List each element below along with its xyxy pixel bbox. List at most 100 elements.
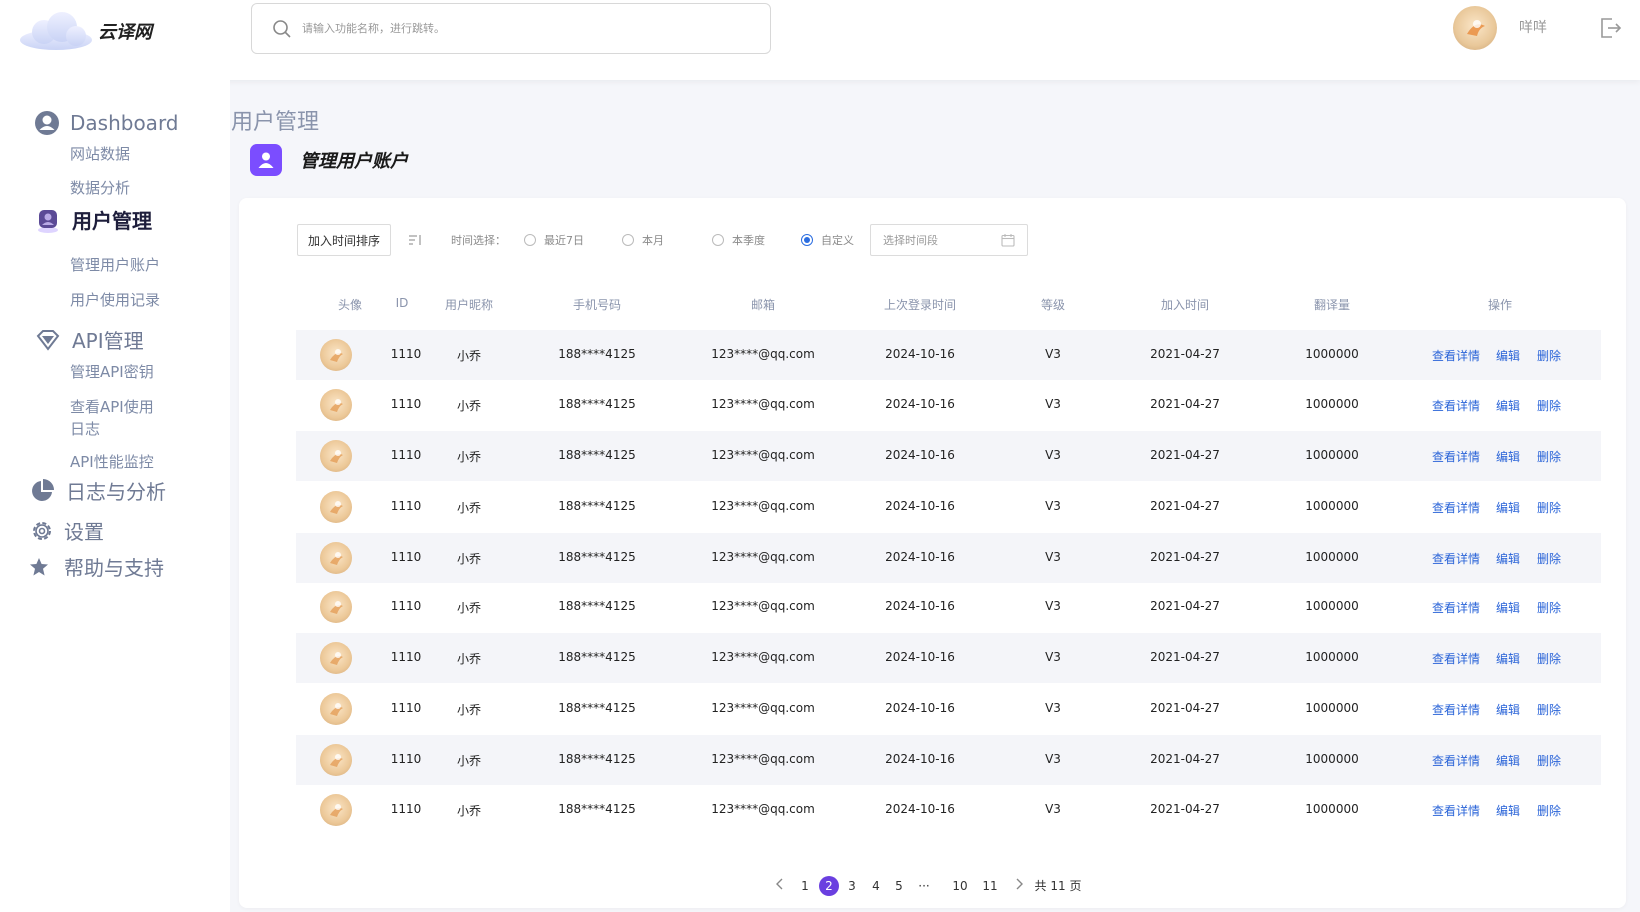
- sidebar-subitem-manage-accounts[interactable]: 管理用户账户: [70, 254, 160, 276]
- delete-link[interactable]: 删除: [1537, 599, 1561, 616]
- page-button-5[interactable]: 5: [895, 876, 903, 896]
- page-button-11[interactable]: 11: [982, 876, 997, 896]
- sidebar-item-settings[interactable]: 设置: [30, 516, 104, 545]
- cell-email: 123****@qq.com: [711, 347, 815, 361]
- sort-by-join-time-button[interactable]: 加入时间排序: [297, 224, 392, 256]
- user-avatar[interactable]: [320, 339, 352, 371]
- cell-nickname: 小乔: [456, 601, 482, 615]
- page-button-1[interactable]: 1: [801, 876, 809, 896]
- cell-nickname: 小乔: [456, 754, 482, 768]
- delete-link[interactable]: 删除: [1537, 802, 1561, 819]
- view-details-link[interactable]: 查看详情: [1432, 802, 1480, 819]
- user-avatar[interactable]: [320, 794, 352, 826]
- radio-this-month[interactable]: 本月: [622, 232, 664, 248]
- view-details-link[interactable]: 查看详情: [1432, 701, 1480, 718]
- page-button-2-current[interactable]: 2: [819, 876, 839, 896]
- radio-this-quarter[interactable]: 本季度: [712, 232, 765, 248]
- cell-id: 1110: [390, 448, 422, 462]
- cell-phone: 188****4125: [558, 802, 636, 816]
- sidebar-item-api-management[interactable]: API管理: [36, 325, 144, 354]
- view-details-link[interactable]: 查看详情: [1432, 752, 1480, 769]
- cell-join-time: 2021-04-27: [1150, 650, 1220, 664]
- sidebar-item-logs-analysis[interactable]: 日志与分析: [30, 476, 166, 505]
- user-avatar[interactable]: [320, 491, 352, 523]
- sidebar-subitem-data-analysis[interactable]: 数据分析: [70, 177, 130, 199]
- prev-page-icon[interactable]: [775, 876, 785, 896]
- cell-nickname: 小乔: [456, 652, 482, 666]
- brand-logo[interactable]: 云译网: [16, 6, 176, 56]
- view-details-link[interactable]: 查看详情: [1432, 550, 1480, 567]
- cell-last-login: 2024-10-16: [885, 802, 955, 816]
- table-row: 1110 小乔 188****4125 123****@qq.com 2024-10-1…: [296, 380, 1601, 430]
- delete-link[interactable]: 删除: [1537, 650, 1561, 667]
- delete-link[interactable]: 删除: [1537, 347, 1561, 364]
- view-details-link[interactable]: 查看详情: [1432, 650, 1480, 667]
- pie-chart-icon: [32, 478, 54, 501]
- date-range-picker[interactable]: 选择时间段: [870, 224, 1029, 256]
- cell-join-time: 2021-04-27: [1150, 499, 1220, 513]
- user-avatar[interactable]: [320, 642, 352, 674]
- page-button-3[interactable]: 3: [848, 876, 856, 896]
- edit-link[interactable]: 编辑: [1496, 448, 1520, 465]
- delete-link[interactable]: 删除: [1537, 752, 1561, 769]
- sidebar-subitem-site-data[interactable]: 网站数据: [70, 143, 130, 165]
- star-icon: [30, 557, 48, 575]
- cell-id: 1110: [390, 802, 422, 816]
- cell-nickname: 小乔: [456, 552, 482, 566]
- sidebar-subitem-api-monitor[interactable]: API性能监控: [70, 451, 154, 473]
- user-avatar[interactable]: [320, 744, 352, 776]
- page-button-4[interactable]: 4: [872, 876, 880, 896]
- view-details-link[interactable]: 查看详情: [1432, 599, 1480, 616]
- view-details-link[interactable]: 查看详情: [1432, 397, 1480, 414]
- delete-link[interactable]: 删除: [1537, 550, 1561, 567]
- page-ellipsis[interactable]: ···: [918, 876, 929, 896]
- delete-link[interactable]: 删除: [1537, 701, 1561, 718]
- edit-link[interactable]: 编辑: [1496, 752, 1520, 769]
- logout-icon[interactable]: [1597, 15, 1623, 41]
- view-details-link[interactable]: 查看详情: [1432, 499, 1480, 516]
- delete-link[interactable]: 删除: [1537, 397, 1561, 414]
- radio-custom[interactable]: 自定义: [801, 232, 854, 248]
- delete-link[interactable]: 删除: [1537, 499, 1561, 516]
- cell-id: 1110: [390, 347, 422, 361]
- table-row: 1110 小乔 188****4125 123****@qq.com 2024-10-1…: [296, 684, 1601, 734]
- delete-link[interactable]: 删除: [1537, 448, 1561, 465]
- view-details-link[interactable]: 查看详情: [1432, 448, 1480, 465]
- sidebar-item-dashboard[interactable]: Dashboard: [34, 110, 179, 136]
- edit-link[interactable]: 编辑: [1496, 802, 1520, 819]
- column-header-level: 等级: [1040, 298, 1066, 312]
- edit-link[interactable]: 编辑: [1496, 347, 1520, 364]
- edit-link[interactable]: 编辑: [1496, 650, 1520, 667]
- edit-link[interactable]: 编辑: [1496, 701, 1520, 718]
- user-avatar[interactable]: [320, 693, 352, 725]
- user-name[interactable]: 咩咩: [1519, 17, 1547, 37]
- edit-link[interactable]: 编辑: [1496, 499, 1520, 516]
- user-avatar[interactable]: [320, 591, 352, 623]
- edit-link[interactable]: 编辑: [1496, 550, 1520, 567]
- column-header-avatar: 头像: [337, 298, 363, 312]
- edit-link[interactable]: 编辑: [1496, 599, 1520, 616]
- search-box[interactable]: [251, 3, 771, 54]
- search-input[interactable]: [302, 22, 722, 35]
- sidebar-item-help[interactable]: 帮助与支持: [28, 552, 164, 581]
- avatar[interactable]: [1453, 6, 1497, 50]
- user-avatar[interactable]: [320, 440, 352, 472]
- next-page-icon[interactable]: [1014, 876, 1024, 896]
- sidebar-item-user-management[interactable]: 用户管理: [34, 205, 152, 234]
- view-details-link[interactable]: 查看详情: [1432, 347, 1480, 364]
- page-button-10[interactable]: 10: [952, 876, 967, 896]
- sidebar-subitem-usage-records[interactable]: 用户使用记录: [70, 289, 160, 311]
- sidebar-subitem-api-keys[interactable]: 管理API密钥: [70, 361, 154, 383]
- cell-volume: 1000000: [1305, 499, 1359, 513]
- sort-order-icon[interactable]: [407, 232, 423, 248]
- sidebar-subitem-api-logs[interactable]: 查看API使用 日志: [70, 396, 154, 440]
- cell-phone: 188****4125: [558, 752, 636, 766]
- radio-last-7-days[interactable]: 最近7日: [524, 232, 584, 248]
- user-avatar[interactable]: [320, 389, 352, 421]
- edit-link[interactable]: 编辑: [1496, 397, 1520, 414]
- cell-id: 1110: [390, 650, 422, 664]
- cell-nickname: 小乔: [456, 501, 482, 515]
- radio-label: 最近7日: [544, 234, 585, 247]
- user-avatar[interactable]: [320, 542, 352, 574]
- radio-label: 自定义: [821, 234, 855, 247]
